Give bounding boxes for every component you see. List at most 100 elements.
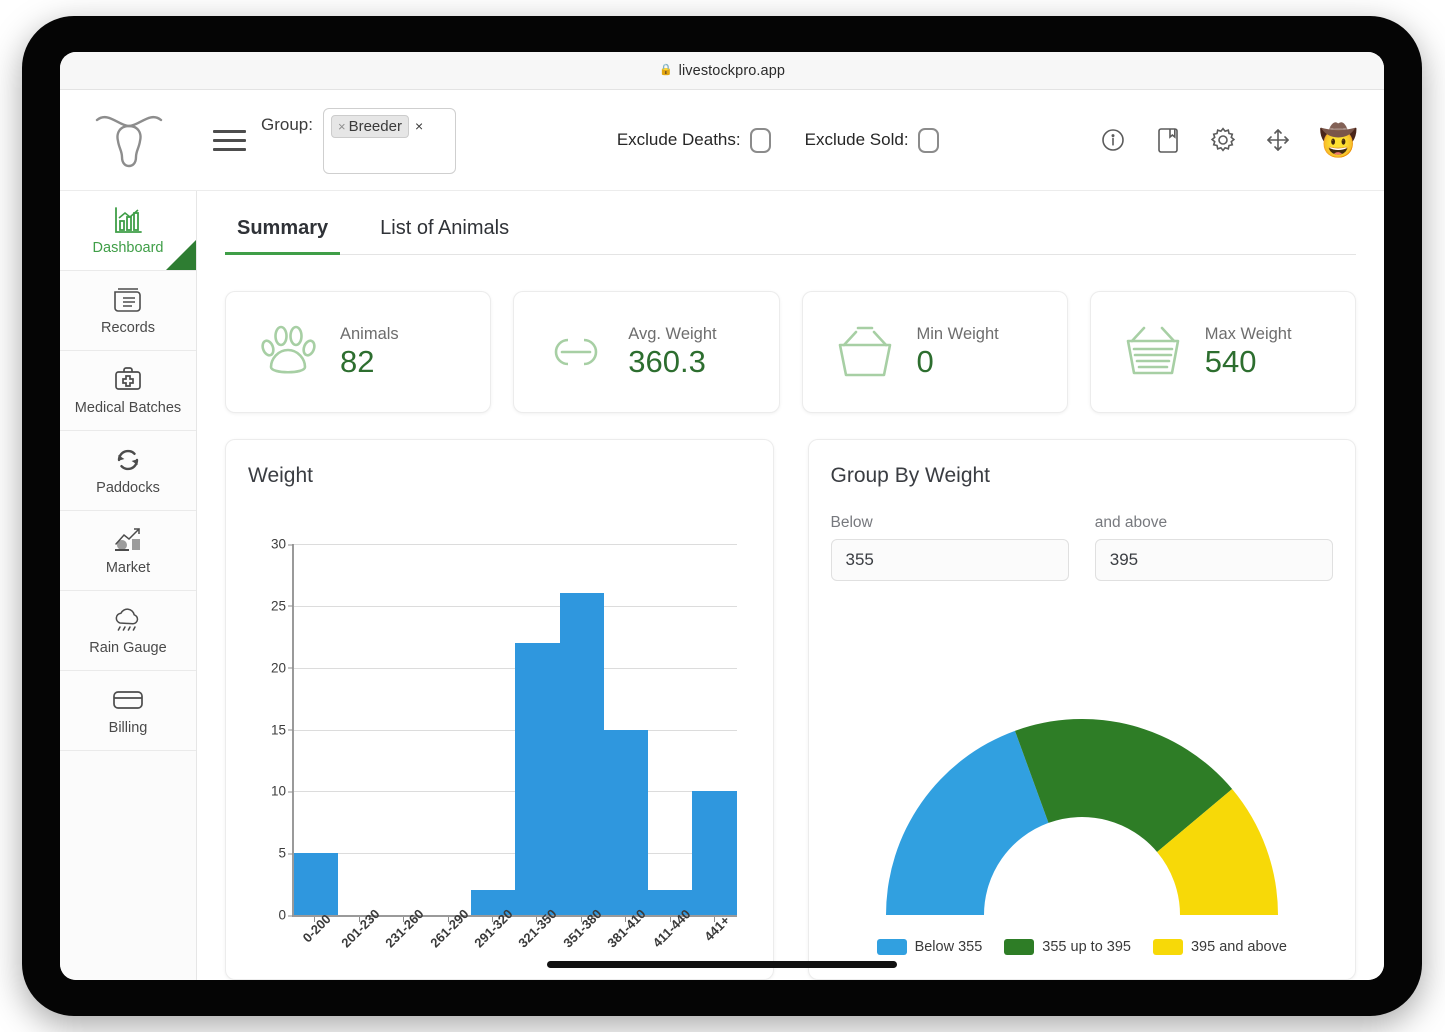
legend-label: 355 up to 395 xyxy=(1042,939,1131,955)
gauge-chart: Below 355 355 up to 395 395 and above xyxy=(831,581,1334,979)
x-label-cell: 261-290 xyxy=(425,917,469,979)
bar-column[interactable] xyxy=(338,544,382,915)
x-label-cell: 321-350 xyxy=(514,917,558,979)
x-label-cell: 351-380 xyxy=(559,917,603,979)
x-label-cell: 201-230 xyxy=(336,917,380,979)
bar[interactable] xyxy=(692,791,736,915)
group-clear-button[interactable]: × xyxy=(415,115,423,134)
y-tick-label: 20 xyxy=(271,660,286,675)
bar[interactable] xyxy=(604,730,648,916)
exclude-deaths-checkbox[interactable] xyxy=(750,128,771,153)
url-text: livestockpro.app xyxy=(679,63,785,79)
tablet-screen: 🔒 livestockpro.app Group: xyxy=(60,52,1384,980)
paw-icon xyxy=(250,320,326,384)
gauge-legend: Below 355 355 up to 395 395 and above xyxy=(877,939,1287,955)
legend-item[interactable]: 355 up to 395 xyxy=(1004,939,1131,955)
gear-icon[interactable] xyxy=(1209,126,1237,154)
kpi-card-max-weight: Max Weight 540 xyxy=(1090,291,1356,413)
sidebar-item-medical-batches[interactable]: Medical Batches xyxy=(60,351,196,431)
rain-cloud-icon xyxy=(112,605,144,635)
bar-column[interactable] xyxy=(471,544,515,915)
kpi-row: Animals 82 Avg. Weight xyxy=(225,291,1356,413)
kpi-label: Max Weight xyxy=(1205,325,1292,344)
bar-column[interactable] xyxy=(560,544,604,915)
exclude-deaths-toggle[interactable]: Exclude Deaths: xyxy=(617,128,771,153)
app-logo[interactable] xyxy=(60,107,197,174)
sidebar-item-label: Billing xyxy=(109,721,148,737)
y-tick-label: 5 xyxy=(278,846,286,861)
weight-panel-title: Weight xyxy=(248,464,751,488)
sidebar: Dashboard Records xyxy=(60,191,197,980)
avatar[interactable]: 🤠 xyxy=(1319,125,1358,156)
group-chip-breeder[interactable]: × Breeder xyxy=(331,115,409,138)
sidebar-item-rain-gauge[interactable]: Rain Gauge xyxy=(60,591,196,671)
sidebar-item-market[interactable]: Market xyxy=(60,511,196,591)
body-row: Dashboard Records xyxy=(60,191,1384,980)
exclude-sold-label: Exclude Sold: xyxy=(805,130,909,150)
bar-chart-icon xyxy=(113,205,143,235)
header-toggles: Exclude Deaths: Exclude Sold: xyxy=(456,128,1099,153)
sidebar-item-label: Market xyxy=(106,561,150,577)
below-input[interactable]: 355 xyxy=(831,539,1069,581)
tab-list-of-animals[interactable]: List of Animals xyxy=(368,207,521,254)
kpi-label: Animals xyxy=(340,325,399,344)
y-tick-label: 10 xyxy=(271,784,286,799)
weight-panel: Weight 051015202530 0-200201-230231-2602… xyxy=(225,439,774,980)
market-icon xyxy=(112,525,144,555)
gauge-svg xyxy=(882,719,1282,921)
bar[interactable] xyxy=(560,593,604,915)
bar-series xyxy=(294,544,737,915)
sidebar-item-paddocks[interactable]: Paddocks xyxy=(60,431,196,511)
kpi-text: Avg. Weight 360.3 xyxy=(628,325,716,380)
bar-column[interactable] xyxy=(427,544,471,915)
sidebar-item-billing[interactable]: Billing xyxy=(60,671,196,751)
above-field: and above 395 xyxy=(1095,514,1333,581)
url-wrap: 🔒 livestockpro.app xyxy=(659,63,785,79)
credit-card-icon xyxy=(112,685,144,715)
sidebar-item-dashboard[interactable]: Dashboard xyxy=(60,191,196,271)
kpi-label: Avg. Weight xyxy=(628,325,716,344)
x-label-cell: 291-320 xyxy=(470,917,514,979)
bar-column[interactable] xyxy=(515,544,559,915)
move-arrows-icon[interactable] xyxy=(1264,126,1292,154)
bar-column[interactable] xyxy=(604,544,648,915)
legend-label: Below 355 xyxy=(915,939,983,955)
x-label-cell: 441+ xyxy=(692,917,736,979)
book-save-icon[interactable] xyxy=(1154,126,1182,154)
legend-item[interactable]: Below 355 xyxy=(877,939,983,955)
medical-kit-icon xyxy=(113,365,143,395)
below-field: Below 355 xyxy=(831,514,1069,581)
bar-column[interactable] xyxy=(383,544,427,915)
kpi-text: Min Weight 0 xyxy=(917,325,999,380)
sidebar-item-label: Dashboard xyxy=(93,241,164,257)
bar-column[interactable] xyxy=(692,544,736,915)
group-by-weight-panel: Group By Weight Below 355 and above 395 xyxy=(808,439,1357,980)
above-input[interactable]: 395 xyxy=(1095,539,1333,581)
longhorn-logo-icon xyxy=(92,107,166,174)
browser-address-bar[interactable]: 🔒 livestockpro.app xyxy=(60,52,1384,90)
active-indicator xyxy=(166,240,196,270)
sidebar-item-records[interactable]: Records xyxy=(60,271,196,351)
exclude-sold-toggle[interactable]: Exclude Sold: xyxy=(805,128,939,153)
legend-item[interactable]: 395 and above xyxy=(1153,939,1287,955)
lock-icon: 🔒 xyxy=(659,65,673,76)
chip-remove-icon[interactable]: × xyxy=(338,119,346,134)
bar-column[interactable] xyxy=(294,544,338,915)
gauge-segment[interactable] xyxy=(886,731,1048,915)
hamburger-menu-icon[interactable] xyxy=(197,130,261,151)
kpi-card-avg-weight: Avg. Weight 360.3 xyxy=(513,291,779,413)
tab-summary[interactable]: Summary xyxy=(225,207,340,254)
bar-column[interactable] xyxy=(648,544,692,915)
tablet-frame: 🔒 livestockpro.app Group: xyxy=(22,16,1422,1016)
kpi-text: Max Weight 540 xyxy=(1205,325,1292,380)
info-circle-icon[interactable] xyxy=(1099,126,1127,154)
panels-row: Weight 051015202530 0-200201-230231-2602… xyxy=(225,439,1356,980)
bar[interactable] xyxy=(515,643,559,915)
exclude-sold-checkbox[interactable] xyxy=(918,128,939,153)
threshold-fields: Below 355 and above 395 xyxy=(831,514,1334,581)
tab-bar: Summary List of Animals xyxy=(225,191,1356,255)
group-select[interactable]: × Breeder × xyxy=(323,108,456,174)
bar[interactable] xyxy=(294,853,338,915)
kpi-value: 0 xyxy=(917,345,999,380)
sidebar-item-label: Rain Gauge xyxy=(89,641,166,657)
